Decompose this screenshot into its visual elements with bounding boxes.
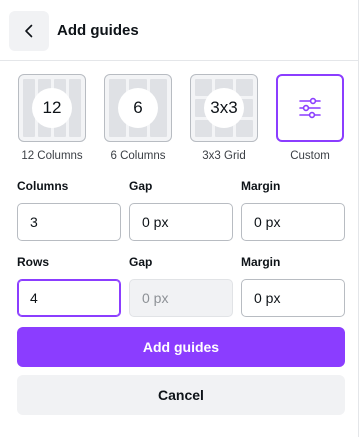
header-divider bbox=[0, 60, 358, 61]
preset-badge: 3x3 bbox=[204, 88, 244, 128]
preset-label: Custom bbox=[290, 150, 330, 162]
add-guides-button[interactable]: Add guides bbox=[17, 327, 345, 367]
row-gap-input[interactable]: 0 px bbox=[129, 279, 233, 317]
preset-badge: 6 bbox=[118, 88, 158, 128]
preset-custom[interactable]: Custom bbox=[276, 74, 344, 162]
chevron-left-icon bbox=[25, 24, 33, 38]
column-margin-label: Margin bbox=[241, 179, 281, 193]
columns-label: Columns bbox=[17, 179, 69, 193]
preset-tile[interactable] bbox=[276, 74, 344, 142]
column-gap-label: Gap bbox=[129, 179, 153, 193]
columns-input[interactable]: 3 bbox=[17, 203, 121, 241]
preset-label: 12 Columns bbox=[21, 150, 83, 162]
preset-label: 3x3 Grid bbox=[202, 150, 246, 162]
page-title: Add guides bbox=[57, 22, 139, 39]
sliders-icon bbox=[299, 97, 321, 119]
rows-input[interactable]: 4 bbox=[17, 279, 121, 317]
preset-badge: 12 bbox=[32, 88, 72, 128]
back-button[interactable] bbox=[9, 11, 49, 51]
preset-tile[interactable]: 3x3 bbox=[190, 74, 258, 142]
preset-6-columns[interactable]: 6 6 Columns bbox=[104, 74, 172, 162]
column-gap-input[interactable]: 0 px bbox=[129, 203, 233, 241]
row-margin-label: Margin bbox=[241, 255, 281, 269]
add-guides-panel: Add guides 12 12 Columns 6 6 Columns 3x3… bbox=[0, 0, 359, 437]
guide-presets: 12 12 Columns 6 6 Columns 3x3 3x3 Grid C… bbox=[0, 74, 358, 164]
preset-label: 6 Columns bbox=[110, 150, 166, 162]
panel-header: Add guides bbox=[0, 0, 358, 62]
column-margin-input[interactable]: 0 px bbox=[241, 203, 345, 241]
preset-12-columns[interactable]: 12 12 Columns bbox=[18, 74, 86, 162]
preset-tile[interactable]: 6 bbox=[104, 74, 172, 142]
row-margin-input[interactable]: 0 px bbox=[241, 279, 345, 317]
rows-label: Rows bbox=[17, 255, 50, 269]
row-gap-label: Gap bbox=[129, 255, 153, 269]
preset-tile[interactable]: 12 bbox=[18, 74, 86, 142]
cancel-button[interactable]: Cancel bbox=[17, 375, 345, 415]
preset-3x3-grid[interactable]: 3x3 3x3 Grid bbox=[190, 74, 258, 162]
